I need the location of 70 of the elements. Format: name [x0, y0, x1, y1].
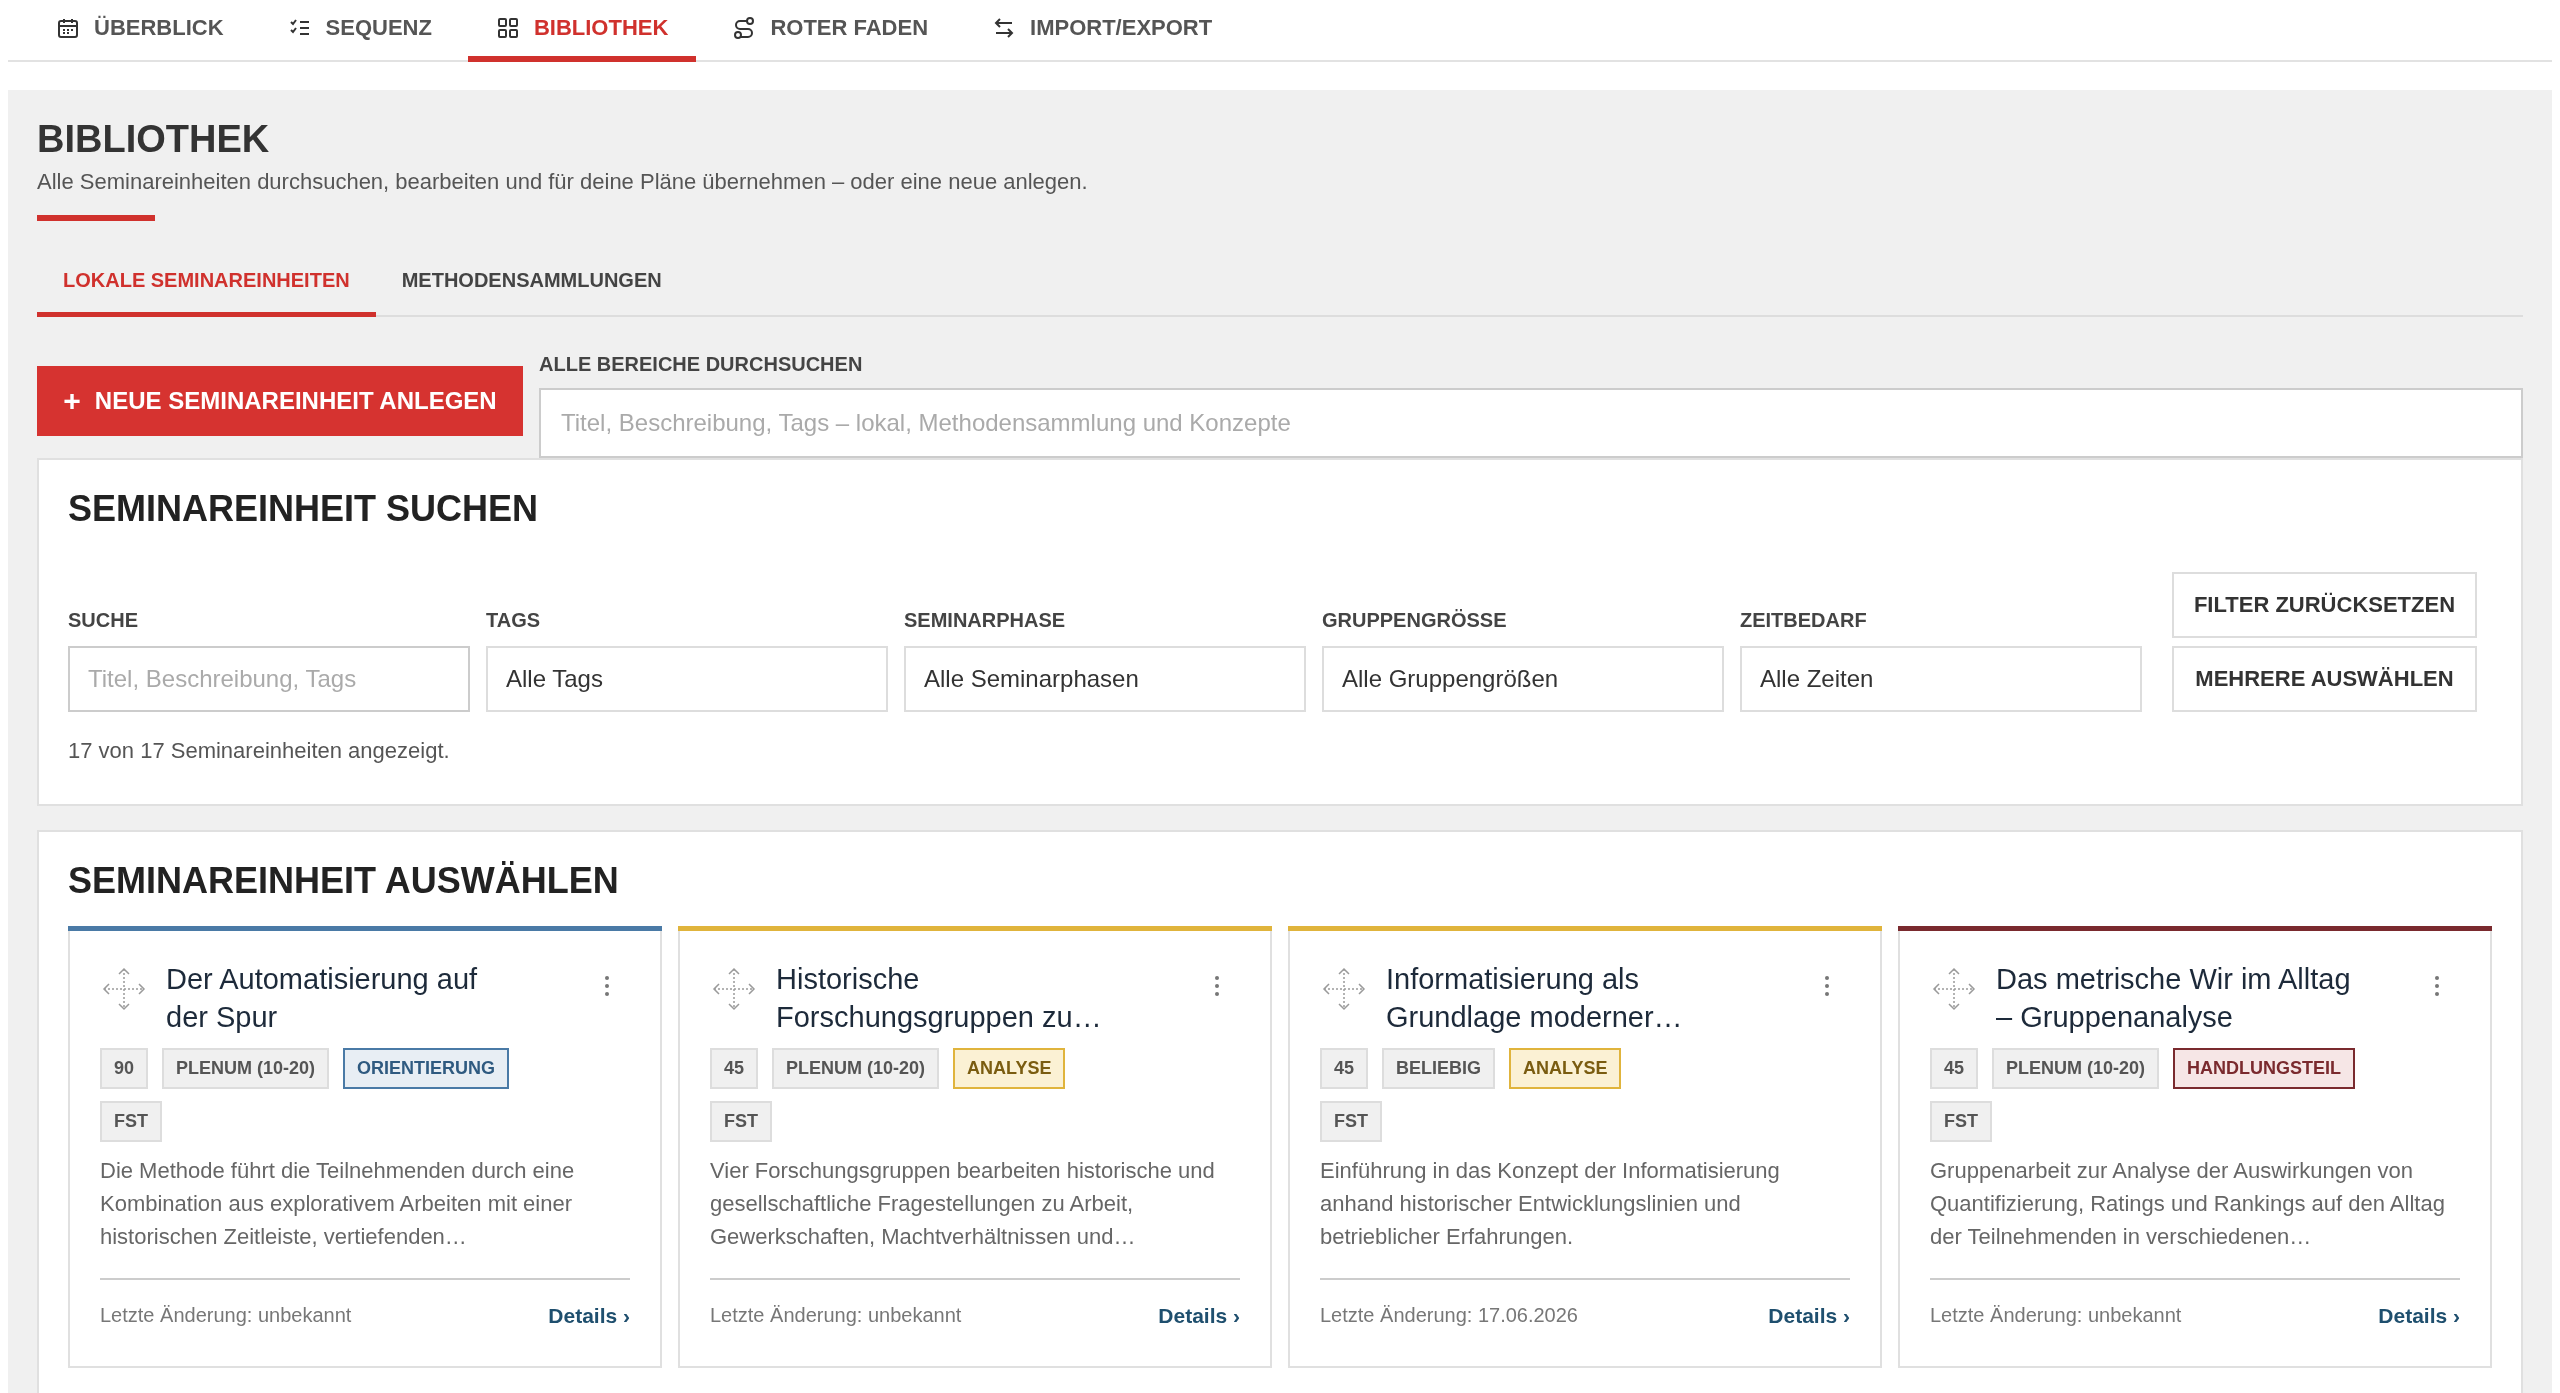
- card-description: Vier Forschungsgruppen bearbeiten historische und gesellschaftliche Fragestellungen zu Arbeit, Gewerkschaften, Machtverhältnissen und…: [710, 1157, 1216, 1252]
- new-unit-button[interactable]: + NEUE SEMINAREINHEIT ANLEGEN: [37, 366, 523, 436]
- outline-button[interactable]: FILTER ZURÜCKSETZEN: [2172, 572, 2477, 638]
- outline-button[interactable]: MEHRERE AUSWÄHLEN: [2172, 646, 2477, 712]
- panel-title: SEMINAREINHEIT AUSWÄHLEN: [68, 860, 620, 902]
- filter-label: GRUPPENGRÖSSE: [1322, 609, 1508, 632]
- filter-label: ZEITBEDARF: [1740, 609, 1868, 632]
- card-title: Das metrische Wir im Alltag – Gruppenanalyse: [1996, 962, 2352, 1035]
- tag: 90: [100, 1048, 149, 1090]
- global-search-field[interactable]: Titel, Beschreibung, Tags – lokal, Methodensammlung und Konzepte: [539, 388, 2523, 458]
- tag: PLENUM (10-20): [162, 1048, 330, 1090]
- phase-tag: HANDLUNGSTEIL: [2173, 1048, 2356, 1090]
- last-modified: Letzte Änderung: 17.06.2026: [1320, 1304, 1578, 1329]
- unit-card[interactable]: [1288, 926, 1882, 1368]
- filter-label: TAGS: [486, 609, 542, 632]
- page-subtitle: Alle Seminareinheiten durchsuchen, bearbeiten und für deine Pläne übernehmen – oder eine neue anlegen.: [37, 169, 1089, 195]
- more-icon[interactable]: [1824, 975, 1830, 997]
- details-link[interactable]: Details ›: [1768, 1304, 1850, 1329]
- tag: PLENUM (10-20): [772, 1048, 940, 1090]
- nav-tab[interactable]: BIBLIOTHEK: [467, 0, 697, 62]
- unit-card[interactable]: [678, 926, 1272, 1368]
- tag: PLENUM (10-20): [1992, 1048, 2160, 1090]
- page-title: BIBLIOTHEK: [37, 118, 271, 161]
- tag: 45: [1930, 1048, 1979, 1090]
- tag: FST: [1930, 1101, 1992, 1143]
- filter-label: SUCHE: [68, 609, 139, 632]
- grid-icon: [495, 16, 520, 40]
- more-icon[interactable]: [2434, 975, 2440, 997]
- tag: 45: [710, 1048, 759, 1090]
- last-modified: Letzte Änderung: unbekannt: [100, 1304, 352, 1329]
- tag: FST: [710, 1101, 772, 1143]
- result-count: 17 von 17 Seminareinheiten angezeigt.: [68, 738, 451, 764]
- card-description: Gruppenarbeit zur Analyse der Auswirkungen von Quantifizierung, Ratings und Rankings auf den Alltag der Teilnehmenden in verschiedenen…: [1930, 1157, 2446, 1252]
- unit-card[interactable]: [68, 926, 662, 1368]
- details-link[interactable]: Details ›: [1158, 1304, 1240, 1329]
- card-title: Der Automatisierung auf der Spur: [166, 962, 479, 1035]
- phase-tag: ORIENTIERUNG: [343, 1048, 510, 1090]
- nav-tab[interactable]: IMPORT/EXPORT: [964, 0, 1241, 62]
- panel-title: SEMINAREINHEIT SUCHEN: [68, 488, 540, 530]
- tag: FST: [1320, 1101, 1382, 1143]
- filter-dropdown[interactable]: Alle Tags: [486, 646, 888, 712]
- filter-dropdown[interactable]: Alle Gruppengrößen: [1322, 646, 1724, 712]
- sub-tab[interactable]: METHODENSAMMLUNGEN: [375, 257, 688, 317]
- filter-label: SEMINARPHASE: [904, 609, 1067, 632]
- nav-tab[interactable]: SEQUENZ: [259, 0, 460, 62]
- nav-tab[interactable]: ROTER FADEN: [704, 0, 957, 62]
- card-title: Historische Forschungsgruppen zu…: [776, 962, 1103, 1035]
- search-field[interactable]: Titel, Beschreibung, Tags: [68, 646, 470, 712]
- details-link[interactable]: Details ›: [548, 1304, 630, 1329]
- calendar-icon: [56, 16, 80, 40]
- card-title: Informatisierung als Grundlage moderner…: [1386, 962, 1684, 1035]
- card-description: Die Methode führt die Teilnehmenden durch eine Kombination aus explorativem Arbeiten mit einer historischen Zeitleiste, vertiefenden…: [100, 1157, 576, 1252]
- more-icon[interactable]: [604, 975, 610, 997]
- phase-tag: ANALYSE: [953, 1048, 1066, 1090]
- last-modified: Letzte Änderung: unbekannt: [1930, 1304, 2182, 1329]
- details-link[interactable]: Details ›: [2378, 1304, 2460, 1329]
- tag: 45: [1320, 1048, 1369, 1090]
- filter-dropdown[interactable]: Alle Seminarphasen: [904, 646, 1306, 712]
- last-modified: Letzte Änderung: unbekannt: [710, 1304, 962, 1329]
- tag: FST: [100, 1101, 162, 1143]
- sub-tab[interactable]: LOKALE SEMINAREINHEITEN: [37, 257, 376, 317]
- unit-card[interactable]: [1898, 926, 2492, 1368]
- phase-tag: ANALYSE: [1509, 1048, 1622, 1090]
- more-icon[interactable]: [1214, 975, 1220, 997]
- card-description: Einführung in das Konzept der Informatisierung anhand historischer Entwicklungslinien und betrieblicher Erfahrungen.: [1320, 1157, 1781, 1252]
- search-label: ALLE BEREICHE DURCHSUCHEN: [539, 353, 864, 376]
- nav-tab[interactable]: ÜBERBLICK: [28, 0, 252, 62]
- route-icon: [732, 16, 757, 40]
- filter-dropdown[interactable]: Alle Zeiten: [1740, 646, 2142, 712]
- tag: BELIEBIG: [1382, 1048, 1496, 1090]
